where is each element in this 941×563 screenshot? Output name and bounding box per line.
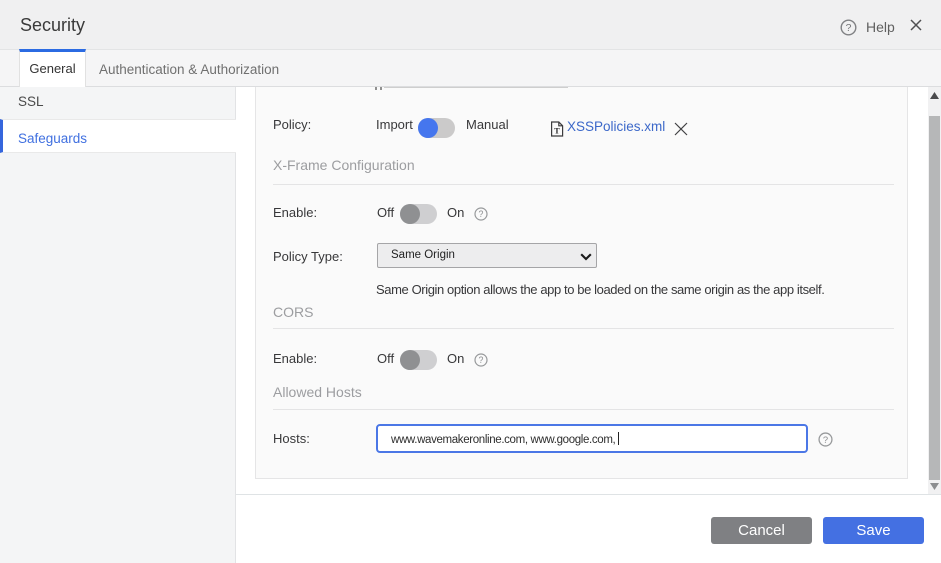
svg-text:T: T	[554, 125, 560, 135]
svg-text:?: ?	[479, 355, 484, 365]
svg-text:?: ?	[823, 434, 828, 445]
svg-text:?: ?	[479, 209, 484, 219]
svg-text:?: ?	[846, 22, 852, 34]
